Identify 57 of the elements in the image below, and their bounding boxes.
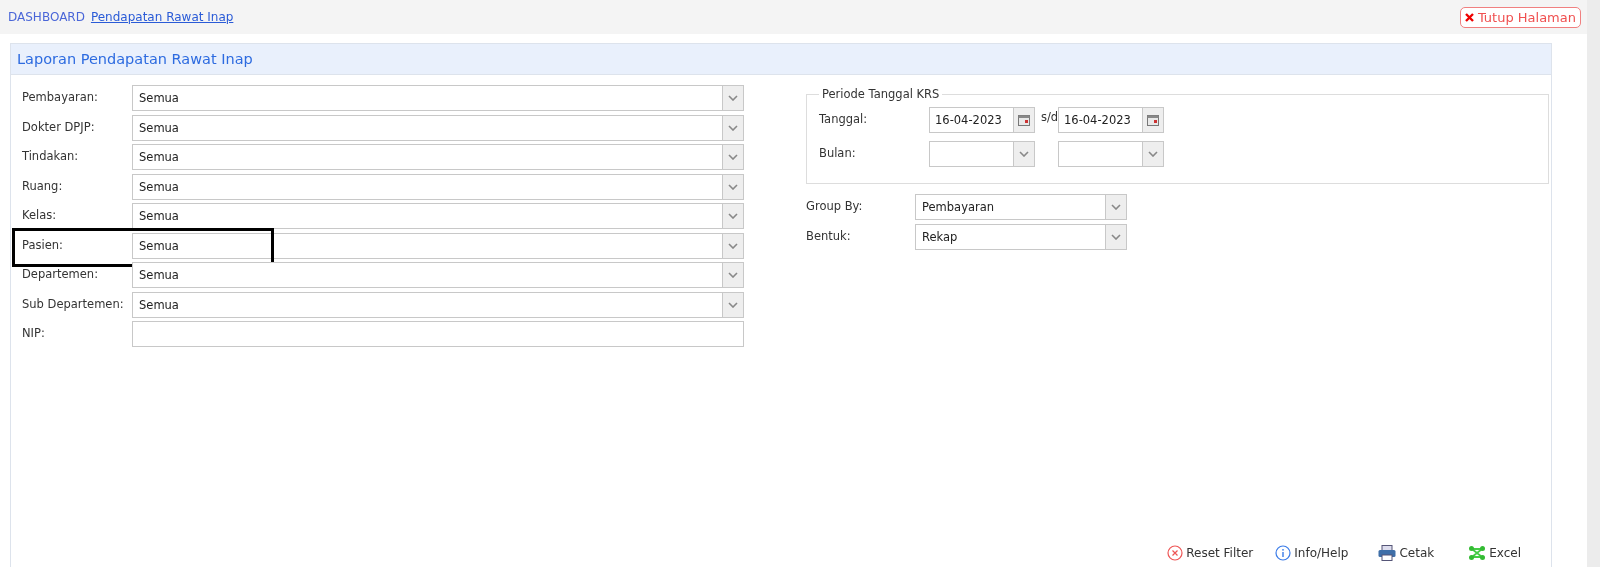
field-label: Bulan:	[819, 145, 857, 160]
caret-icon	[1111, 204, 1121, 210]
period-legend: Periode Tanggal KRS	[819, 87, 943, 101]
select-field[interactable]: Semua	[132, 232, 744, 259]
action-button[interactable]: Reset Filter	[1167, 545, 1254, 561]
action-button[interactable]: Info/Help	[1275, 545, 1349, 561]
field-label: Dokter DPJP:	[22, 118, 96, 136]
field-label: Departemen:	[22, 266, 100, 283]
select-field[interactable]: Semua	[132, 262, 744, 288]
field-label: Sub Departemen:	[22, 295, 125, 313]
caret-icon	[728, 95, 738, 101]
select-field[interactable]: Semua	[132, 144, 744, 170]
input-field[interactable]	[132, 321, 744, 347]
field-label: Ruang:	[22, 177, 64, 195]
network-icon	[1468, 545, 1487, 561]
caret-icon	[728, 301, 738, 308]
caret-icon	[728, 183, 738, 190]
printer-icon	[1378, 545, 1397, 561]
breadcrumb-text: DASHBOARD	[8, 10, 85, 24]
close-icon	[1464, 12, 1474, 22]
field-label: Tindakan:	[22, 148, 80, 165]
close-page-button[interactable]: Tutup Halaman	[1459, 6, 1581, 28]
field-label: Bentuk:	[806, 227, 852, 245]
caret-icon	[728, 154, 738, 160]
select-field[interactable]: Pembayaran	[915, 194, 1127, 220]
caret-icon	[728, 213, 738, 219]
close-icon	[1167, 545, 1184, 561]
field-label: Kelas:	[22, 207, 58, 224]
select-field[interactable]: Semua	[132, 203, 744, 229]
select-field[interactable]: Semua	[132, 114, 744, 141]
select-field[interactable]	[929, 141, 1035, 167]
select-field[interactable]	[1058, 141, 1164, 167]
breadcrumb-link[interactable]: Pendapatan Rawat Inap	[90, 10, 234, 24]
select-field[interactable]: Semua	[132, 173, 744, 200]
date-field[interactable]: 16-04-2023	[929, 107, 1035, 133]
range-separator: s/d	[1040, 109, 1058, 124]
field-label: Tanggal:	[819, 111, 869, 126]
action-button[interactable]: Excel	[1468, 545, 1521, 561]
caret-icon	[1019, 151, 1029, 157]
calendar-icon[interactable]	[1018, 114, 1030, 126]
select-field[interactable]: Semua	[132, 291, 744, 318]
caret-icon	[728, 124, 738, 131]
field-label: Pasien:	[22, 236, 64, 254]
field-label: Pembayaran:	[22, 89, 99, 106]
date-field[interactable]: 16-04-2023	[1058, 107, 1164, 133]
select-field[interactable]: Rekap	[915, 223, 1127, 250]
panel-title: Laporan Pendapatan Rawat Inap	[17, 51, 253, 67]
field-label: Group By:	[806, 198, 864, 215]
action-button[interactable]: Cetak	[1378, 545, 1435, 561]
select-field[interactable]: Semua	[132, 85, 744, 111]
info-icon	[1275, 545, 1292, 561]
caret-icon	[728, 272, 738, 278]
field-label: NIP:	[22, 325, 46, 342]
caret-icon	[1111, 233, 1121, 240]
caret-icon	[728, 242, 738, 249]
calendar-icon[interactable]	[1147, 114, 1159, 126]
caret-icon	[1148, 151, 1158, 157]
